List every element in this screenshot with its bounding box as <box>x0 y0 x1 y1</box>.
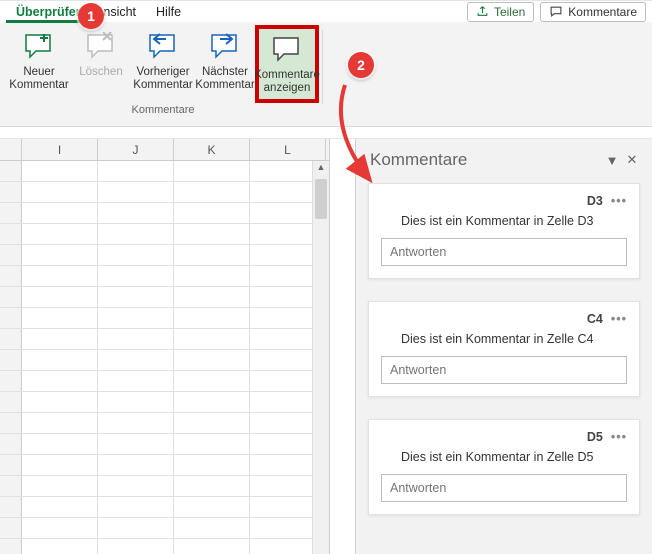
comment-more-icon[interactable]: ••• <box>611 430 627 444</box>
pane-title: Kommentare <box>370 150 602 170</box>
share-button[interactable]: Teilen <box>467 2 534 22</box>
table-row[interactable] <box>0 287 329 308</box>
table-row[interactable] <box>0 350 329 371</box>
callout-2: 2 <box>348 52 374 78</box>
comment-text: Dies ist ein Kommentar in Zelle D5 <box>381 444 627 474</box>
table-row[interactable] <box>0 329 329 350</box>
show-comments-label2: anzeigen <box>264 82 311 95</box>
table-row[interactable] <box>0 518 329 539</box>
table-row[interactable] <box>0 413 329 434</box>
comment-card: C4 •••Dies ist ein Kommentar in Zelle C4 <box>368 301 640 397</box>
show-comments-label1: Kommentare <box>254 69 320 82</box>
delete-comment-icon <box>85 30 117 62</box>
callout-1: 1 <box>78 3 104 29</box>
col-header-I[interactable]: I <box>22 139 98 160</box>
ribbon-group-label: Kommentare <box>132 102 195 116</box>
show-comments-button[interactable]: Kommentare anzeigen <box>256 26 318 102</box>
prev-comment-icon <box>147 30 179 62</box>
comment-cell-ref: D3 <box>587 194 603 208</box>
reply-input[interactable] <box>381 474 627 502</box>
col-header-K[interactable]: K <box>174 139 250 160</box>
next-comment-button[interactable]: Nächster Kommentar <box>194 26 256 102</box>
delete-comment-label: Löschen <box>79 66 122 79</box>
prev-comment-label2: Kommentar <box>133 79 192 92</box>
comments-pane: Kommentare ▼ ✕ D3•••Dies ist ein Komment… <box>356 139 652 554</box>
prev-comment-button[interactable]: Vorheriger Kommentar <box>132 26 194 102</box>
pane-dropdown-icon[interactable]: ▼ <box>602 153 622 168</box>
comment-more-icon[interactable]: ••• <box>611 194 627 208</box>
reply-input[interactable] <box>381 356 627 384</box>
table-row[interactable] <box>0 539 329 554</box>
new-comment-button[interactable]: Neuer Kommentar <box>8 26 70 102</box>
new-comment-icon <box>23 30 55 62</box>
table-row[interactable] <box>0 203 329 224</box>
comment-card: D3 •••Dies ist ein Kommentar in Zelle D3 <box>368 183 640 279</box>
show-comments-icon <box>271 33 303 65</box>
scroll-up-arrow[interactable]: ▲ <box>313 159 329 175</box>
table-row[interactable] <box>0 182 329 203</box>
next-comment-label2: Kommentar <box>195 79 254 92</box>
table-row[interactable] <box>0 497 329 518</box>
table-row[interactable] <box>0 266 329 287</box>
table-row[interactable] <box>0 371 329 392</box>
pane-close-icon[interactable]: ✕ <box>622 152 642 168</box>
reply-input[interactable] <box>381 238 627 266</box>
vertical-scrollbar[interactable]: ▲ <box>312 161 329 554</box>
comments-top-button[interactable]: Kommentare <box>540 2 646 22</box>
table-row[interactable] <box>0 224 329 245</box>
table-row[interactable] <box>0 392 329 413</box>
comments-top-label: Kommentare <box>568 5 637 19</box>
comment-cell-ref: D5 <box>587 430 603 444</box>
table-row[interactable] <box>0 308 329 329</box>
scroll-thumb[interactable] <box>315 179 327 219</box>
new-comment-label2: Kommentar <box>9 79 68 92</box>
share-label: Teilen <box>494 5 525 19</box>
worksheet-area[interactable]: I J K L ▲ <box>0 139 330 554</box>
col-header-J[interactable]: J <box>98 139 174 160</box>
col-header-L[interactable]: L <box>250 139 326 160</box>
new-comment-label1: Neuer <box>23 66 54 79</box>
tab-help[interactable]: Hilfe <box>146 1 191 23</box>
table-row[interactable] <box>0 245 329 266</box>
table-row[interactable] <box>0 434 329 455</box>
next-comment-icon <box>209 30 241 62</box>
table-row[interactable] <box>0 476 329 497</box>
comment-text: Dies ist ein Kommentar in Zelle C4 <box>381 326 627 356</box>
table-row[interactable] <box>0 161 329 182</box>
comment-cell-ref: C4 <box>587 312 603 326</box>
table-row[interactable] <box>0 455 329 476</box>
comment-text: Dies ist ein Kommentar in Zelle D3 <box>381 208 627 238</box>
share-icon <box>476 5 489 18</box>
delete-comment-button: Löschen <box>70 26 132 102</box>
prev-comment-label1: Vorheriger <box>136 66 189 79</box>
next-comment-label1: Nächster <box>202 66 248 79</box>
comment-more-icon[interactable]: ••• <box>611 312 627 326</box>
comment-icon <box>549 5 563 18</box>
comment-card: D5 •••Dies ist ein Kommentar in Zelle D5 <box>368 419 640 515</box>
